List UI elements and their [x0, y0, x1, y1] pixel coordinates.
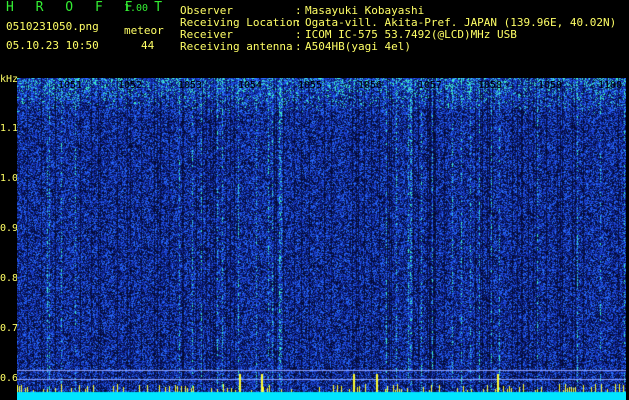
x-tick-label: 1057 [418, 80, 443, 91]
info-colon: : [295, 40, 302, 53]
x-tick-label: 1056 [358, 80, 383, 91]
x-tick-label: 1055 [298, 80, 323, 91]
x-tick-label: 1054 [238, 80, 263, 91]
meteor-count: 44 [141, 39, 155, 52]
x-tick-label: 1058 [478, 80, 503, 91]
y-tick-label: 0.7 [0, 323, 19, 334]
y-tick-label: 1.1 [0, 123, 19, 134]
y-tick-label: 1.0 [0, 173, 19, 184]
version-label: 1.00 [124, 3, 149, 14]
y-axis-unit: kHz [0, 74, 19, 85]
info-value-antenna: A504HB(yagi 4el) [305, 40, 411, 53]
y-tick-label: 0.6 [0, 373, 19, 384]
y-tick-label: 0.9 [0, 223, 19, 234]
x-tick-label: 1100 [598, 80, 623, 91]
info-key-antenna: Receiving antenna [180, 40, 293, 53]
x-tick-label: 1052 [118, 80, 143, 91]
x-tick-label: 1051 [58, 80, 83, 91]
x-tick-label: 1059 [538, 80, 563, 91]
meteor-label: meteor [124, 24, 164, 37]
date-time: 05.10.23 10:50 [6, 39, 99, 52]
spectrogram-canvas [17, 78, 626, 400]
file-name: 0510231050.png [6, 20, 99, 33]
x-tick-label: 1053 [178, 80, 203, 91]
y-tick-label: 0.8 [0, 273, 19, 284]
